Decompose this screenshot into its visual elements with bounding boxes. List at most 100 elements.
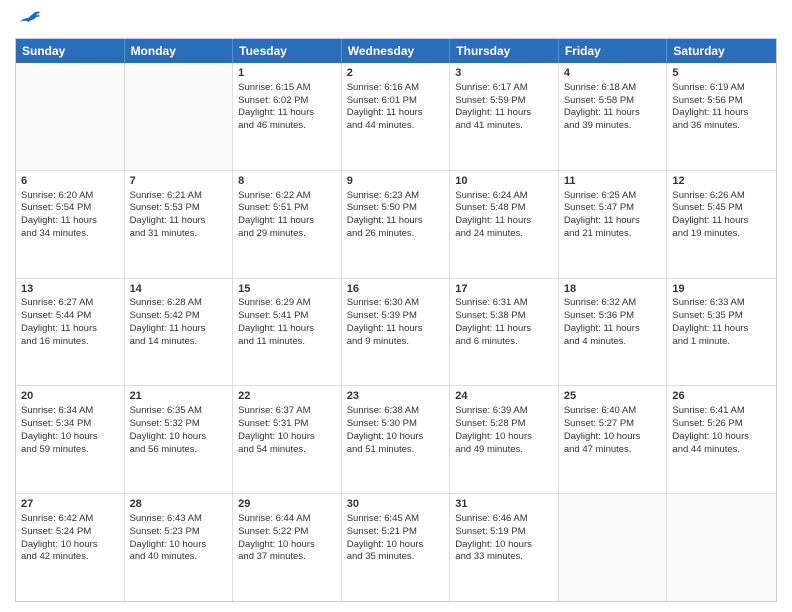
daylight-text-line2: and 14 minutes. bbox=[130, 336, 228, 349]
calendar-cell: 3Sunrise: 6:17 AMSunset: 5:59 PMDaylight… bbox=[450, 63, 559, 170]
calendar: SundayMondayTuesdayWednesdayThursdayFrid… bbox=[15, 38, 777, 602]
day-number: 24 bbox=[455, 389, 553, 404]
sunrise-text: Sunrise: 6:29 AM bbox=[238, 297, 336, 310]
calendar-week-3: 13Sunrise: 6:27 AMSunset: 5:44 PMDayligh… bbox=[16, 279, 776, 387]
daylight-text-line2: and 54 minutes. bbox=[238, 444, 336, 457]
weekday-header-friday: Friday bbox=[559, 39, 668, 63]
sunrise-text: Sunrise: 6:46 AM bbox=[455, 513, 553, 526]
daylight-text-line1: Daylight: 11 hours bbox=[564, 323, 662, 336]
day-number: 7 bbox=[130, 174, 228, 189]
sunset-text: Sunset: 5:26 PM bbox=[672, 418, 771, 431]
daylight-text-line2: and 37 minutes. bbox=[238, 551, 336, 564]
calendar-cell: 23Sunrise: 6:38 AMSunset: 5:30 PMDayligh… bbox=[342, 386, 451, 493]
calendar-cell: 6Sunrise: 6:20 AMSunset: 5:54 PMDaylight… bbox=[16, 171, 125, 278]
sunrise-text: Sunrise: 6:28 AM bbox=[130, 297, 228, 310]
sunset-text: Sunset: 5:48 PM bbox=[455, 202, 553, 215]
sunset-text: Sunset: 5:28 PM bbox=[455, 418, 553, 431]
day-number: 16 bbox=[347, 282, 445, 297]
sunrise-text: Sunrise: 6:35 AM bbox=[130, 405, 228, 418]
calendar-cell: 24Sunrise: 6:39 AMSunset: 5:28 PMDayligh… bbox=[450, 386, 559, 493]
day-number: 18 bbox=[564, 282, 662, 297]
daylight-text-line1: Daylight: 11 hours bbox=[21, 215, 119, 228]
daylight-text-line2: and 44 minutes. bbox=[347, 120, 445, 133]
sunset-text: Sunset: 5:56 PM bbox=[672, 95, 771, 108]
daylight-text-line1: Daylight: 11 hours bbox=[455, 107, 553, 120]
sunset-text: Sunset: 5:54 PM bbox=[21, 202, 119, 215]
calendar-cell: 19Sunrise: 6:33 AMSunset: 5:35 PMDayligh… bbox=[667, 279, 776, 386]
daylight-text-line2: and 26 minutes. bbox=[347, 228, 445, 241]
daylight-text-line1: Daylight: 11 hours bbox=[238, 215, 336, 228]
day-number: 3 bbox=[455, 66, 553, 81]
calendar-week-4: 20Sunrise: 6:34 AMSunset: 5:34 PMDayligh… bbox=[16, 386, 776, 494]
daylight-text-line2: and 47 minutes. bbox=[564, 444, 662, 457]
daylight-text-line2: and 39 minutes. bbox=[564, 120, 662, 133]
calendar-cell: 5Sunrise: 6:19 AMSunset: 5:56 PMDaylight… bbox=[667, 63, 776, 170]
daylight-text-line2: and 44 minutes. bbox=[672, 444, 771, 457]
sunrise-text: Sunrise: 6:38 AM bbox=[347, 405, 445, 418]
calendar-cell: 20Sunrise: 6:34 AMSunset: 5:34 PMDayligh… bbox=[16, 386, 125, 493]
daylight-text-line1: Daylight: 10 hours bbox=[130, 539, 228, 552]
calendar-cell: 29Sunrise: 6:44 AMSunset: 5:22 PMDayligh… bbox=[233, 494, 342, 601]
day-number: 8 bbox=[238, 174, 336, 189]
daylight-text-line1: Daylight: 10 hours bbox=[238, 539, 336, 552]
weekday-header-wednesday: Wednesday bbox=[342, 39, 451, 63]
daylight-text-line1: Daylight: 11 hours bbox=[130, 323, 228, 336]
logo bbox=[15, 10, 41, 30]
sunrise-text: Sunrise: 6:24 AM bbox=[455, 190, 553, 203]
calendar-cell: 7Sunrise: 6:21 AMSunset: 5:53 PMDaylight… bbox=[125, 171, 234, 278]
daylight-text-line1: Daylight: 10 hours bbox=[130, 431, 228, 444]
day-number: 15 bbox=[238, 282, 336, 297]
daylight-text-line1: Daylight: 10 hours bbox=[238, 431, 336, 444]
calendar-cell: 4Sunrise: 6:18 AMSunset: 5:58 PMDaylight… bbox=[559, 63, 668, 170]
daylight-text-line2: and 42 minutes. bbox=[21, 551, 119, 564]
day-number: 14 bbox=[130, 282, 228, 297]
calendar-cell: 12Sunrise: 6:26 AMSunset: 5:45 PMDayligh… bbox=[667, 171, 776, 278]
daylight-text-line2: and 40 minutes. bbox=[130, 551, 228, 564]
daylight-text-line2: and 1 minute. bbox=[672, 336, 771, 349]
daylight-text-line1: Daylight: 10 hours bbox=[347, 431, 445, 444]
sunrise-text: Sunrise: 6:33 AM bbox=[672, 297, 771, 310]
calendar-cell: 16Sunrise: 6:30 AMSunset: 5:39 PMDayligh… bbox=[342, 279, 451, 386]
calendar-cell bbox=[559, 494, 668, 601]
calendar-cell: 26Sunrise: 6:41 AMSunset: 5:26 PMDayligh… bbox=[667, 386, 776, 493]
daylight-text-line1: Daylight: 11 hours bbox=[238, 323, 336, 336]
weekday-header-monday: Monday bbox=[125, 39, 234, 63]
sunrise-text: Sunrise: 6:19 AM bbox=[672, 82, 771, 95]
daylight-text-line1: Daylight: 11 hours bbox=[347, 323, 445, 336]
daylight-text-line1: Daylight: 11 hours bbox=[238, 107, 336, 120]
calendar-cell: 14Sunrise: 6:28 AMSunset: 5:42 PMDayligh… bbox=[125, 279, 234, 386]
sunrise-text: Sunrise: 6:17 AM bbox=[455, 82, 553, 95]
day-number: 19 bbox=[672, 282, 771, 297]
sunset-text: Sunset: 5:22 PM bbox=[238, 526, 336, 539]
sunset-text: Sunset: 6:02 PM bbox=[238, 95, 336, 108]
sunrise-text: Sunrise: 6:40 AM bbox=[564, 405, 662, 418]
calendar-cell: 15Sunrise: 6:29 AMSunset: 5:41 PMDayligh… bbox=[233, 279, 342, 386]
calendar-header: SundayMondayTuesdayWednesdayThursdayFrid… bbox=[16, 39, 776, 63]
sunset-text: Sunset: 5:59 PM bbox=[455, 95, 553, 108]
calendar-cell: 8Sunrise: 6:22 AMSunset: 5:51 PMDaylight… bbox=[233, 171, 342, 278]
sunrise-text: Sunrise: 6:39 AM bbox=[455, 405, 553, 418]
daylight-text-line1: Daylight: 10 hours bbox=[672, 431, 771, 444]
sunset-text: Sunset: 5:53 PM bbox=[130, 202, 228, 215]
weekday-header-sunday: Sunday bbox=[16, 39, 125, 63]
day-number: 1 bbox=[238, 66, 336, 81]
calendar-cell: 21Sunrise: 6:35 AMSunset: 5:32 PMDayligh… bbox=[125, 386, 234, 493]
calendar-cell: 10Sunrise: 6:24 AMSunset: 5:48 PMDayligh… bbox=[450, 171, 559, 278]
sunrise-text: Sunrise: 6:16 AM bbox=[347, 82, 445, 95]
sunset-text: Sunset: 5:47 PM bbox=[564, 202, 662, 215]
daylight-text-line1: Daylight: 11 hours bbox=[672, 323, 771, 336]
daylight-text-line1: Daylight: 11 hours bbox=[672, 215, 771, 228]
daylight-text-line2: and 16 minutes. bbox=[21, 336, 119, 349]
sunrise-text: Sunrise: 6:27 AM bbox=[21, 297, 119, 310]
day-number: 21 bbox=[130, 389, 228, 404]
sunrise-text: Sunrise: 6:26 AM bbox=[672, 190, 771, 203]
day-number: 26 bbox=[672, 389, 771, 404]
weekday-header-tuesday: Tuesday bbox=[233, 39, 342, 63]
daylight-text-line1: Daylight: 11 hours bbox=[347, 215, 445, 228]
daylight-text-line1: Daylight: 11 hours bbox=[455, 323, 553, 336]
daylight-text-line2: and 31 minutes. bbox=[130, 228, 228, 241]
sunset-text: Sunset: 5:44 PM bbox=[21, 310, 119, 323]
daylight-text-line2: and 56 minutes. bbox=[130, 444, 228, 457]
daylight-text-line1: Daylight: 10 hours bbox=[564, 431, 662, 444]
calendar-cell: 30Sunrise: 6:45 AMSunset: 5:21 PMDayligh… bbox=[342, 494, 451, 601]
